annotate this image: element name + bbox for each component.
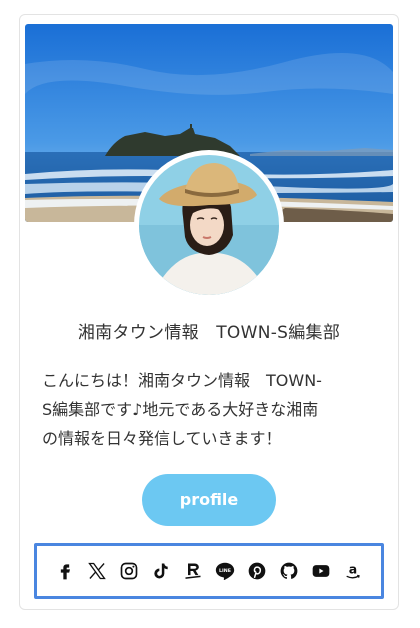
svg-text:LINE: LINE [219, 568, 231, 574]
facebook-icon[interactable] [53, 559, 77, 583]
profile-button[interactable]: profile [142, 474, 276, 526]
avatar-frame [134, 150, 284, 300]
social-links-bar: LINE a [34, 543, 384, 599]
pinterest-icon[interactable] [245, 559, 269, 583]
tiktok-icon[interactable] [149, 559, 173, 583]
instagram-icon[interactable] [117, 559, 141, 583]
x-icon[interactable] [85, 559, 109, 583]
line-icon[interactable]: LINE [213, 559, 237, 583]
profile-name: 湘南タウン情報 TOWN-S編集部 [77, 323, 341, 343]
svg-text:a: a [349, 562, 357, 577]
github-icon[interactable] [277, 559, 301, 583]
amazon-icon[interactable]: a [341, 559, 365, 583]
profile-bio: こんにちは！湘南タウン情報 TOWN- S編集部です♪地元である大好きな湘南 の… [42, 371, 322, 448]
youtube-icon[interactable] [309, 559, 333, 583]
avatar [139, 155, 279, 295]
rakuten-icon[interactable] [181, 559, 205, 583]
